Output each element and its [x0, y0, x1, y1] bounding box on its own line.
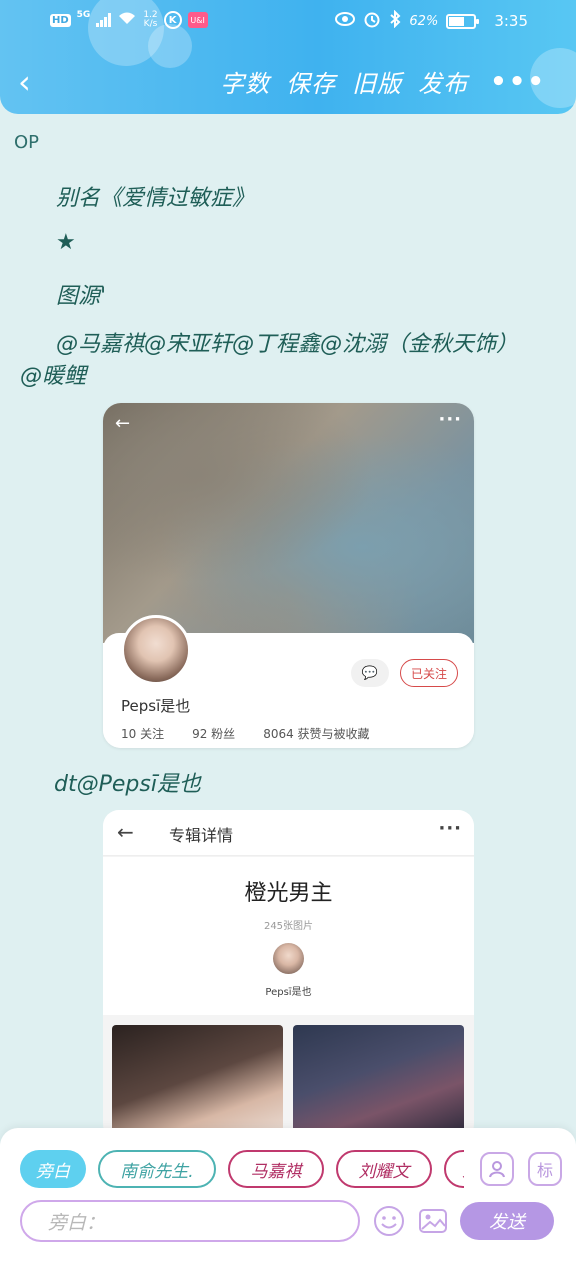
profile-stats: 10 关注 92 粉丝 8064 获赞与被收藏 — [121, 725, 370, 742]
avatar — [273, 943, 304, 974]
chip-character[interactable]: 马嘉祺 — [228, 1150, 324, 1188]
signal-icon — [96, 13, 112, 27]
mentions-line-continued: @暖鲤 — [20, 364, 87, 389]
back-arrow-icon: ← — [115, 413, 131, 434]
back-arrow-icon: ← — [117, 820, 134, 844]
battery-fill — [449, 16, 465, 26]
clock: 3:35 — [494, 12, 528, 30]
chip-character[interactable]: 宋 — [444, 1150, 464, 1188]
profile-username: Pepsī是也 — [121, 697, 191, 715]
tag-icon[interactable]: 标 — [528, 1152, 562, 1186]
profile-screenshot-image[interactable]: ← ··· 💬 已关注 Pepsī是也 10 关注 92 粉丝 8064 获赞与… — [103, 403, 474, 748]
k-app-icon: K — [163, 11, 182, 29]
star-icon: ★ — [56, 230, 76, 255]
editor-panel: 旁白 南俞先生. 马嘉祺 刘耀文 宋 标 旁白： 发送 — [0, 1128, 576, 1280]
album-nav-title: 专辑详情 — [169, 826, 234, 845]
alias-line: 别名《爱情过敏症》 — [56, 186, 255, 211]
word-count-button[interactable]: 字数 — [220, 64, 270, 99]
top-app-bar: HD 5G 1.2 K/s K U&I 62% 3:35 ‹ 字数 保存 旧版 … — [0, 0, 576, 114]
status-bar: HD 5G 1.2 K/s K U&I 62% 3:35 — [0, 8, 576, 32]
op-label: OP — [14, 132, 40, 153]
album-nav: ← 专辑详情 ··· — [103, 810, 474, 856]
eye-icon — [335, 12, 356, 30]
following-count: 10 关注 — [121, 727, 165, 741]
emoji-icon[interactable] — [372, 1204, 406, 1238]
old-version-button[interactable]: 旧版 — [352, 64, 402, 99]
more-options-icon[interactable]: ••• — [490, 67, 546, 97]
person-icon[interactable] — [480, 1152, 514, 1186]
album-owner: Pepsī是也 — [265, 987, 312, 998]
chip-character[interactable]: 刘耀文 — [336, 1150, 432, 1188]
album-screenshot-image[interactable]: ← 专辑详情 ··· 橙光男主 245张图片 Pepsī是也 — [103, 810, 474, 1140]
network-speed: 1.2 K/s — [143, 10, 158, 29]
message-icon: 💬 — [351, 659, 389, 687]
app-notification-icon: U&I — [187, 12, 208, 28]
chip-character[interactable]: 南俞先生. — [98, 1150, 216, 1188]
character-chips: 旁白 南俞先生. 马嘉祺 刘耀文 宋 — [20, 1150, 464, 1190]
save-button[interactable]: 保存 — [286, 64, 336, 99]
chip-narration[interactable]: 旁白 — [20, 1150, 86, 1188]
hd-indicator: HD — [50, 13, 71, 27]
more-icon: ··· — [438, 409, 462, 430]
avatar — [121, 615, 191, 685]
wifi-icon — [117, 10, 137, 30]
album-info: 橙光男主 245张图片 Pepsī是也 — [103, 857, 474, 1015]
back-button[interactable]: ‹ — [18, 62, 52, 102]
more-icon: ··· — [438, 818, 462, 839]
dt-credit-line: dt@Pepsī是也 — [54, 772, 201, 797]
album-photo-count: 245张图片 — [263, 921, 314, 932]
battery-percent: 62% — [409, 13, 439, 29]
image-icon[interactable] — [416, 1204, 450, 1238]
header-actions: 字数 保存 旧版 发布 ••• — [220, 64, 546, 99]
album-photo — [112, 1025, 283, 1140]
likes-count: 8064 获赞与被收藏 — [263, 727, 370, 741]
network-indicator: 5G — [76, 10, 91, 20]
followers-count: 92 粉丝 — [192, 727, 236, 741]
image-source-line: 图源' — [56, 284, 107, 309]
following-badge: 已关注 — [400, 659, 458, 687]
mentions-line: @马嘉祺@宋亚轩@丁程鑫@沈溺（金秋天饰） — [56, 332, 519, 357]
profile-cover-image: ← ··· — [103, 403, 474, 643]
narration-input[interactable]: 旁白： — [20, 1200, 360, 1242]
battery-icon — [446, 13, 480, 29]
album-title: 橙光男主 — [244, 881, 333, 906]
send-button[interactable]: 发送 — [460, 1202, 554, 1240]
album-photo — [293, 1025, 464, 1140]
alarm-icon — [363, 10, 381, 32]
publish-button[interactable]: 发布 — [418, 64, 468, 99]
bluetooth-icon — [389, 9, 401, 32]
